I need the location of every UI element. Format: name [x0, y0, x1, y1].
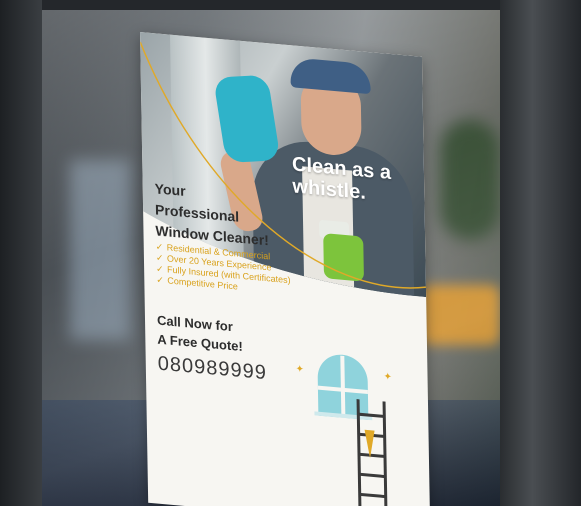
sparkle-icon: ✦ — [383, 371, 393, 384]
ladder-icon — [356, 399, 388, 506]
window-frame-right — [500, 0, 581, 506]
window-cleaner-poster: Clean as a whistle. Your Professional Wi… — [140, 32, 431, 506]
poster-headline: Your Professional Window Cleaner! — [155, 178, 270, 251]
storefront-window-scene: Clean as a whistle. Your Professional Wi… — [0, 0, 581, 506]
window-frame-top — [0, 0, 581, 10]
call-to-action: Call Now for A Free Quote! — [157, 311, 243, 357]
check-icon: ✓ — [156, 274, 164, 286]
window-frame-left — [0, 0, 42, 506]
sparkle-icon: ✦ — [295, 363, 305, 376]
